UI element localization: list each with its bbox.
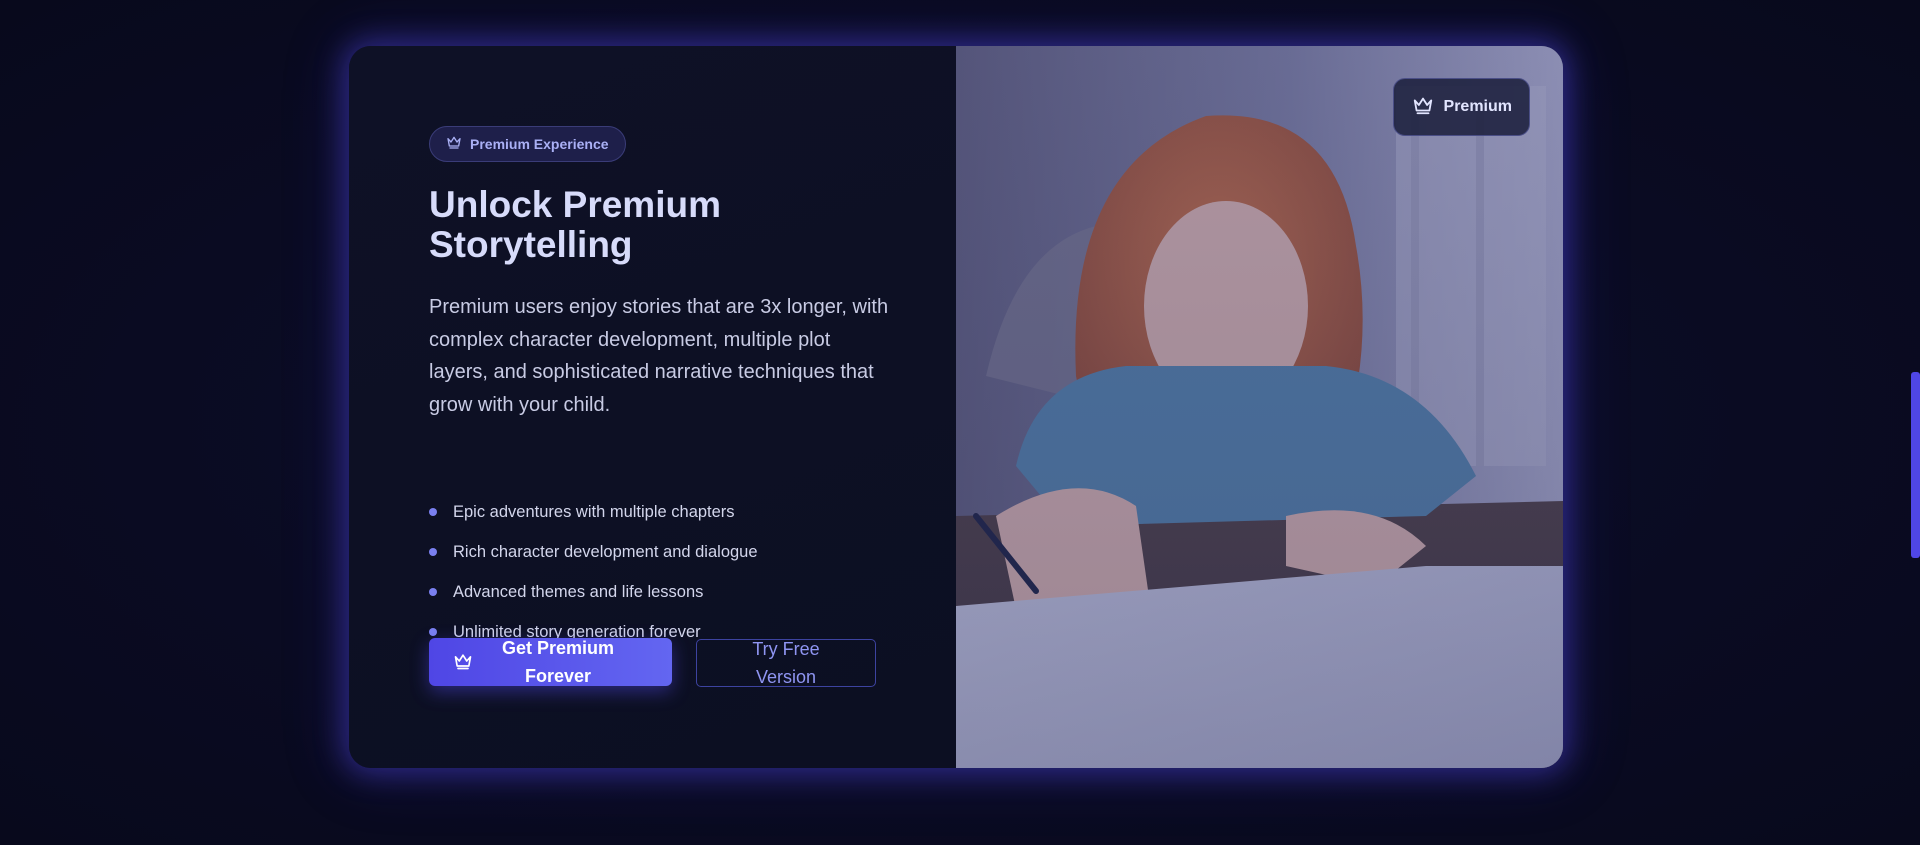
bullet-icon — [429, 628, 437, 636]
try-free-button[interactable]: Try Free Version — [696, 639, 876, 687]
premium-card: Premium Experience Unlock Premium Storyt… — [349, 46, 1563, 768]
try-free-button-label: Try Free Version — [752, 639, 820, 687]
hero-description: Premium users enjoy stories that are 3x … — [429, 296, 889, 416]
crown-icon — [1412, 94, 1434, 121]
child-drawing-photo — [956, 46, 1563, 768]
premium-experience-badge: Premium Experience — [429, 126, 626, 162]
get-premium-button[interactable]: Get Premium Forever — [429, 638, 672, 686]
feature-list: Epic adventures with multiple chapters R… — [429, 492, 758, 652]
badge-label: Premium Experience — [470, 136, 609, 152]
bullet-icon — [429, 588, 437, 596]
premium-badge-label: Premium — [1443, 98, 1512, 115]
list-item: Advanced themes and life lessons — [429, 572, 758, 612]
list-item: Epic adventures with multiple chapters — [429, 492, 758, 532]
premium-content-panel: Premium Experience Unlock Premium Storyt… — [349, 46, 956, 768]
crown-icon — [446, 134, 462, 155]
bullet-icon — [429, 548, 437, 556]
feature-text: Rich character development and dialogue — [453, 542, 758, 561]
list-item: Rich character development and dialogue — [429, 532, 758, 572]
get-premium-button-label: Get Premium Forever — [501, 638, 615, 686]
scrollbar[interactable] — [1911, 372, 1920, 558]
page-title: Unlock Premium Storytelling — [429, 184, 721, 265]
crown-icon — [453, 651, 473, 674]
premium-badge: Premium — [1392, 78, 1530, 136]
feature-text: Epic adventures with multiple chapters — [453, 502, 735, 521]
bullet-icon — [429, 508, 437, 516]
feature-text: Advanced themes and life lessons — [453, 582, 704, 601]
hero-image: Premium — [956, 46, 1563, 768]
